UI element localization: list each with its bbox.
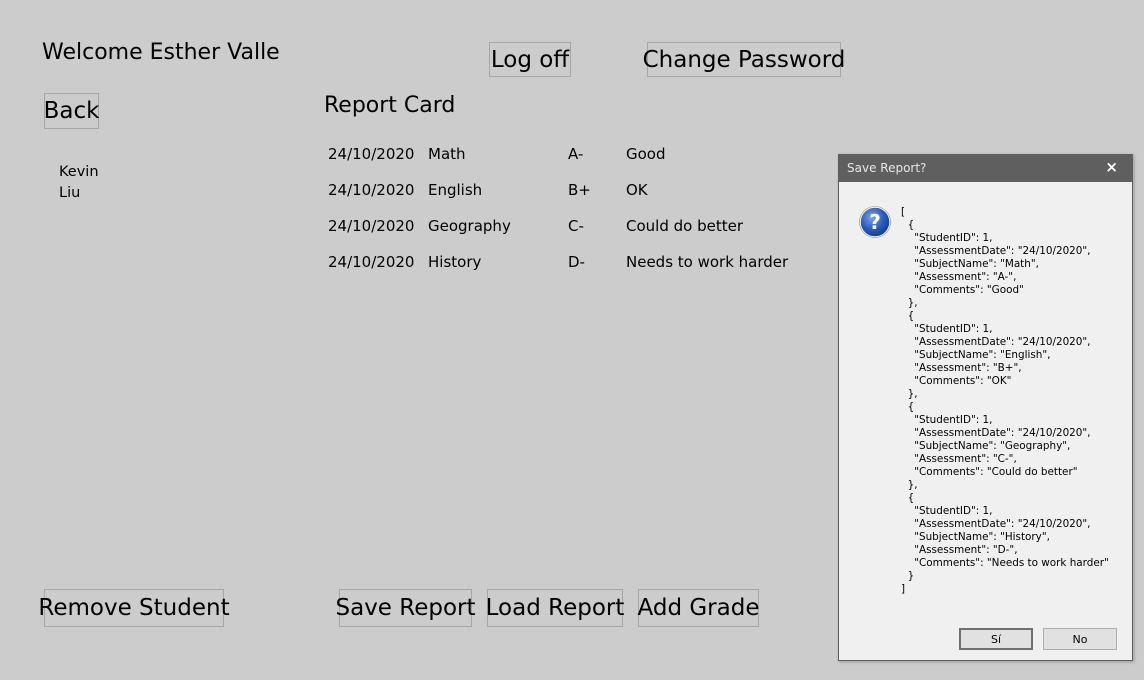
grade-date: 24/10/2020: [328, 217, 415, 235]
grade-comment: OK: [626, 181, 648, 199]
dialog-message: [ { "StudentID": 1, "AssessmentDate": "2…: [901, 206, 1109, 595]
grade-comment: Good: [626, 145, 666, 163]
grade-subject: Math: [428, 145, 466, 163]
remove-student-button[interactable]: Remove Student: [38, 589, 230, 627]
no-button[interactable]: No: [1043, 628, 1117, 650]
grade-subject: History: [428, 253, 482, 271]
grade-date: 24/10/2020: [328, 181, 415, 199]
dialog-title: Save Report?: [847, 161, 927, 175]
student-list-item[interactable]: Liu: [59, 183, 99, 204]
close-icon[interactable]: ×: [1105, 158, 1118, 176]
back-button[interactable]: Back: [44, 93, 99, 129]
grade-comment: Could do better: [626, 217, 743, 235]
add-grade-button[interactable]: Add Grade: [638, 589, 759, 627]
student-list[interactable]: Kevin Liu: [59, 162, 99, 204]
dialog-titlebar[interactable]: Save Report? ×: [839, 155, 1132, 182]
grade-subject: Geography: [428, 217, 511, 235]
grade-value: B+: [568, 181, 591, 199]
svg-text:?: ?: [869, 210, 881, 234]
grade-value: D-: [568, 253, 585, 271]
grade-value: A-: [568, 145, 584, 163]
grade-date: 24/10/2020: [328, 253, 415, 271]
grade-date: 24/10/2020: [328, 145, 415, 163]
report-card-title: Report Card: [324, 93, 456, 118]
student-list-item[interactable]: Kevin: [59, 162, 99, 183]
grade-subject: English: [428, 181, 483, 199]
change-password-button[interactable]: Change Password: [643, 42, 845, 77]
grade-comment: Needs to work harder: [626, 253, 789, 271]
load-report-button[interactable]: Load Report: [486, 589, 624, 627]
yes-button[interactable]: Sí: [959, 628, 1033, 650]
save-report-button[interactable]: Save Report: [336, 589, 476, 627]
welcome-text: Welcome Esther Valle: [42, 40, 280, 65]
grade-value: C-: [568, 217, 584, 235]
save-report-dialog: Save Report? × ? [ { "StudentID": 1, "As…: [838, 154, 1133, 661]
question-icon: ?: [859, 206, 891, 238]
log-off-button[interactable]: Log off: [489, 42, 571, 77]
